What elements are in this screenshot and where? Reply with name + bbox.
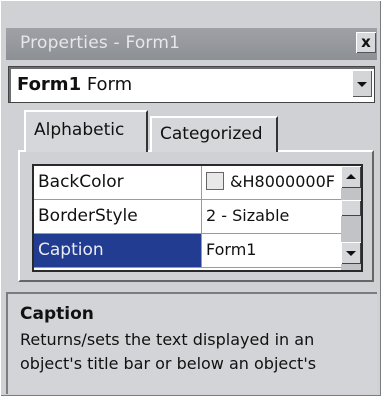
property-value: &H8000000F [230,172,335,191]
description-pane: Caption Returns/sets the text displayed … [6,292,377,394]
scrollbar-thumb[interactable] [341,200,361,216]
property-name: Caption [34,234,202,267]
object-selector-dropdown[interactable]: Form1 Form [8,66,375,103]
property-name: BorderStyle [34,200,202,233]
chevron-up-icon [346,174,356,179]
property-name: BackColor [34,166,202,199]
property-value-cell[interactable]: &H8000000F [202,166,343,199]
window-title: Properties - Form1 [20,33,181,53]
property-value[interactable]: 2 - Sizable [202,200,343,233]
title-bar[interactable]: Properties - Form1 x [6,28,377,60]
property-row-borderstyle[interactable]: BorderStyle 2 - Sizable [34,200,343,234]
property-value[interactable]: Form1 [202,234,343,267]
property-row-backcolor[interactable]: BackColor &H8000000F [34,166,343,200]
object-selector-value: Form1 Form [17,74,132,95]
dropdown-button[interactable] [352,70,372,97]
object-type: Form [86,74,133,95]
properties-window: Properties - Form1 x Form1 Form Alphabet… [0,0,381,396]
property-grid: BackColor &H8000000F BorderStyle 2 - Siz… [32,164,363,272]
close-button[interactable]: x [356,32,376,53]
tab-alphabetic[interactable]: Alphabetic [24,110,148,152]
object-name: Form1 [17,74,82,95]
chevron-down-icon [357,82,367,87]
color-swatch [206,172,224,190]
close-icon: x [361,33,371,51]
scroll-down-button[interactable] [341,242,361,264]
vertical-scrollbar[interactable] [341,166,361,270]
description-text: Returns/sets the text displayed in an ob… [20,330,317,373]
tab-categorized[interactable]: Categorized [150,116,278,152]
description-title: Caption [20,304,94,324]
property-row-caption[interactable]: Caption Form1 [34,234,343,268]
scroll-up-button[interactable] [341,166,361,188]
chevron-down-icon [346,251,356,256]
